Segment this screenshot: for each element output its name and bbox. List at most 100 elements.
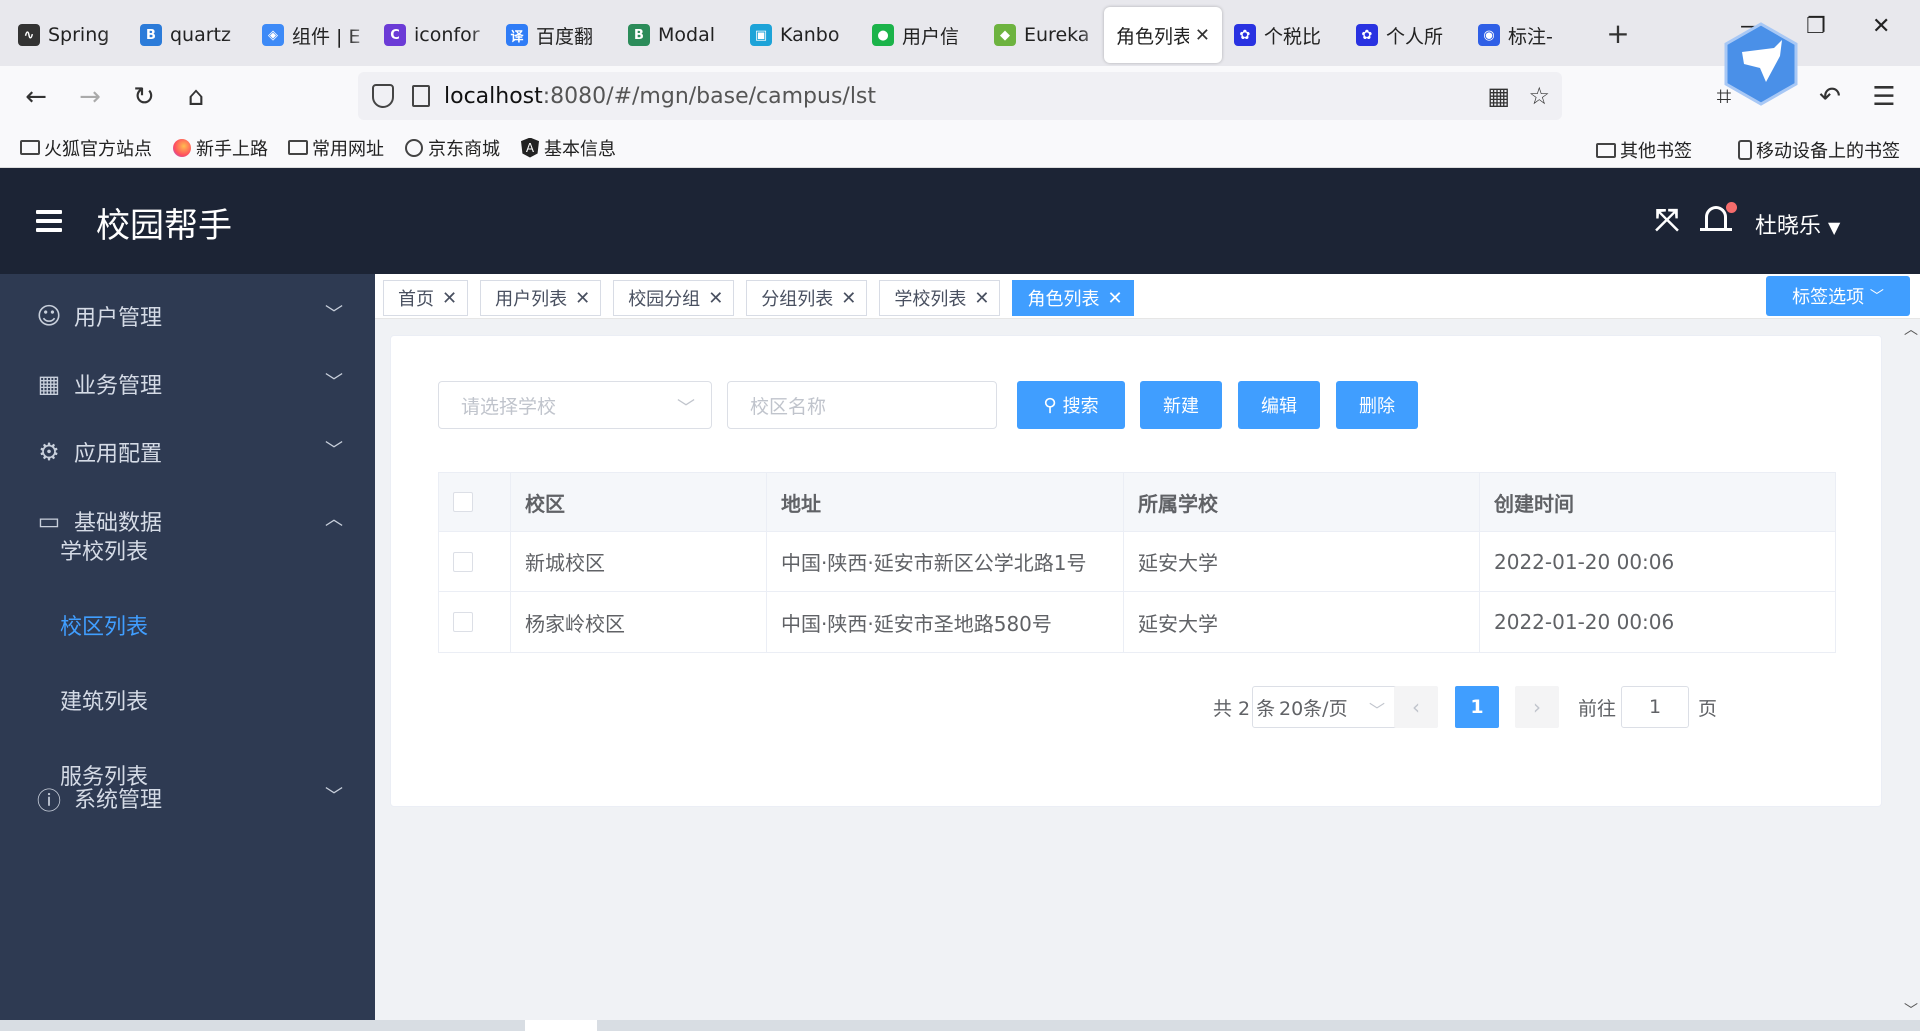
scroll-down-icon[interactable]: ﹀ bbox=[1904, 1000, 1918, 1020]
undo-icon[interactable]: ↶ bbox=[1812, 80, 1848, 114]
app-title: 校园帮手 bbox=[96, 206, 232, 246]
shield-icon[interactable] bbox=[372, 84, 394, 108]
tab-favicon-icon: 译 bbox=[506, 24, 528, 46]
chevron-down-icon: ﹀ bbox=[1869, 289, 1884, 305]
restore-icon[interactable]: ❐ bbox=[1806, 14, 1826, 39]
browser-tab[interactable]: B Modal bbox=[616, 7, 738, 63]
prev-page-button[interactable]: ‹ bbox=[1394, 686, 1438, 728]
browser-tab[interactable]: 角色列表 ✕ bbox=[1104, 7, 1222, 63]
tag-close-icon[interactable]: ✕ bbox=[575, 288, 590, 309]
browser-tab[interactable]: ◆ Eureka bbox=[982, 7, 1104, 63]
fullscreen-icon[interactable]: ⤧ bbox=[1652, 206, 1682, 236]
user-menu[interactable]: 杜晓乐 ▼ bbox=[1755, 208, 1840, 240]
column-header: 创建时间 bbox=[1494, 491, 1574, 516]
campus-name-input[interactable]: 校区名称 bbox=[727, 381, 997, 429]
browser-tab[interactable]: Bquartz bbox=[128, 7, 250, 63]
table-row[interactable]: 新城校区 中国·陕西·延安市新区公学北路1号 延安大学 2022-01-20 00:0… bbox=[439, 532, 1835, 592]
tab-close-icon[interactable]: ✕ bbox=[1195, 25, 1210, 46]
tag-label: 首页 bbox=[398, 289, 434, 310]
tag-close-icon[interactable]: ✕ bbox=[841, 288, 856, 309]
new-button[interactable]: 新建 bbox=[1140, 381, 1222, 429]
tag-close-icon[interactable]: ✕ bbox=[974, 288, 989, 309]
goto-page-input[interactable]: 1 bbox=[1621, 686, 1689, 728]
tag-close-icon[interactable]: ✕ bbox=[442, 288, 457, 309]
sidebar-subitem[interactable]: 建筑列表 bbox=[0, 663, 375, 737]
table-row[interactable]: 杨家岭校区 中国·陕西·延安市圣地路580号 延安大学 2022-01-20 00:0… bbox=[439, 592, 1835, 652]
tag-options-button[interactable]: 标签选项 ﹀ bbox=[1766, 276, 1910, 316]
row-checkbox[interactable] bbox=[453, 551, 473, 572]
goto-prefix: 前往 bbox=[1578, 697, 1617, 720]
home-icon[interactable]: ⌂ bbox=[178, 80, 214, 114]
bookmark-star-icon[interactable]: ☆ bbox=[1528, 82, 1550, 110]
tag-close-icon[interactable]: ✕ bbox=[1107, 288, 1122, 309]
other-bookmarks[interactable]: 其他书签 bbox=[1596, 137, 1692, 163]
row-select-cell bbox=[439, 532, 511, 591]
url-bar[interactable]: localhost:8080/#/mgn/base/campus/lst ▦ ☆ bbox=[358, 72, 1562, 120]
mobile-icon bbox=[1738, 140, 1752, 160]
sidebar-subitem[interactable]: 学校列表 bbox=[0, 513, 375, 587]
table-cell: 中国·陕西·延安市圣地路580号 bbox=[767, 592, 1124, 652]
column-header: 所属学校 bbox=[1124, 473, 1480, 531]
tags-view-tag[interactable]: 学校列表 ✕ bbox=[879, 280, 1001, 316]
vertical-scrollbar[interactable]: ︿ ﹀ bbox=[1902, 319, 1920, 1020]
browser-tab[interactable]: ✿ 个人所 bbox=[1344, 7, 1466, 63]
forward-icon[interactable]: → bbox=[72, 80, 108, 114]
table-cell: 延安大学 bbox=[1124, 532, 1480, 591]
tag-close-icon[interactable]: ✕ bbox=[708, 288, 723, 309]
browser-tab[interactable]: Ciconfor bbox=[372, 7, 494, 63]
row-checkbox[interactable] bbox=[453, 612, 473, 632]
tags-view: 首页 ✕ 用户列表 ✕ 校园分组 ✕ 分组列表 ✕ 学校列表 ✕ 角色列表 ✕ 标签选项 ﹀ bbox=[375, 274, 1920, 319]
next-page-button[interactable]: › bbox=[1515, 686, 1559, 728]
tab-label: 标注- bbox=[1508, 25, 1553, 48]
tags-view-tag[interactable]: 用户列表 ✕ bbox=[480, 280, 602, 316]
bookmark-item[interactable]: 常用网址 bbox=[288, 135, 384, 161]
browser-tab[interactable]: ✿ 个税比 bbox=[1222, 7, 1344, 63]
school-select[interactable]: 请选择学校 ﹀ bbox=[438, 381, 712, 429]
bookmark-item[interactable]: 新手上路 bbox=[172, 135, 268, 161]
edit-button[interactable]: 编辑 bbox=[1238, 381, 1320, 429]
back-icon[interactable]: ← bbox=[18, 80, 54, 114]
new-tab-button[interactable]: + bbox=[1598, 17, 1638, 50]
bookmark-item[interactable]: A 基本信息 bbox=[520, 135, 616, 161]
url-text[interactable]: localhost:8080/#/mgn/base/campus/lst bbox=[444, 84, 876, 109]
page-number-current[interactable]: 1 bbox=[1455, 686, 1499, 728]
scrollbar-thumb[interactable] bbox=[525, 1020, 597, 1031]
browser-tab[interactable]: ◉ 标注- bbox=[1466, 7, 1588, 63]
tab-favicon-icon: B bbox=[140, 24, 162, 46]
row-select-cell bbox=[439, 592, 511, 652]
tab-label: Kanbo bbox=[780, 24, 840, 46]
browser-tab[interactable]: ● 用户信 bbox=[860, 7, 982, 63]
bookmark-item[interactable]: 火狐官方站点 bbox=[20, 135, 152, 161]
tag-label: 用户列表 bbox=[495, 289, 568, 310]
sidebar-subitem[interactable]: 校区列表 bbox=[0, 588, 375, 662]
bookmark-item[interactable]: 京东商城 bbox=[404, 135, 500, 161]
page-size-select[interactable]: 20条/页 ﹀ bbox=[1252, 686, 1402, 728]
qr-code-icon[interactable]: ▦ bbox=[1487, 82, 1510, 110]
tab-favicon-icon: B bbox=[628, 24, 650, 46]
chevron-down-icon: ﹀ bbox=[325, 304, 343, 325]
scroll-up-icon[interactable]: ︿ bbox=[1904, 319, 1918, 339]
sidebar-subitem[interactable]: 服务列表 bbox=[0, 738, 375, 812]
menu-icon[interactable]: ☰ bbox=[1866, 80, 1902, 114]
bird-assistant-icon[interactable] bbox=[1722, 22, 1800, 106]
table-cell: 中国·陕西·延安市新区公学北路1号 bbox=[767, 532, 1124, 591]
tags-view-tag[interactable]: 分组列表 ✕ bbox=[746, 280, 868, 316]
reload-icon[interactable]: ↻ bbox=[126, 80, 162, 114]
tab-favicon-icon: ◆ bbox=[994, 24, 1016, 46]
delete-button[interactable]: 删除 bbox=[1336, 381, 1418, 429]
tags-view-tag[interactable]: 角色列表 ✕ bbox=[1012, 280, 1134, 316]
search-button[interactable]: ⚲ 搜索 bbox=[1017, 381, 1125, 429]
browser-tab[interactable]: ▣ Kanbo bbox=[738, 7, 860, 63]
hamburger-icon[interactable] bbox=[36, 210, 62, 232]
bell-icon[interactable] bbox=[1700, 202, 1737, 238]
browser-tab[interactable]: 译百度翻 bbox=[494, 7, 616, 63]
mobile-bookmarks[interactable]: 移动设备上的书签 bbox=[1738, 137, 1900, 163]
select-all-checkbox[interactable] bbox=[453, 492, 473, 512]
tags-view-tag[interactable]: 首页 ✕ bbox=[383, 280, 469, 316]
horizontal-scrollbar[interactable] bbox=[0, 1020, 1920, 1031]
browser-tab[interactable]: ◈ 组件 | E bbox=[250, 7, 372, 63]
browser-tab[interactable]: ∿ Spring bbox=[6, 7, 128, 63]
tags-view-tag[interactable]: 校园分组 ✕ bbox=[613, 280, 735, 316]
close-window-icon[interactable]: ✕ bbox=[1872, 14, 1890, 39]
page-icon[interactable] bbox=[412, 85, 430, 107]
